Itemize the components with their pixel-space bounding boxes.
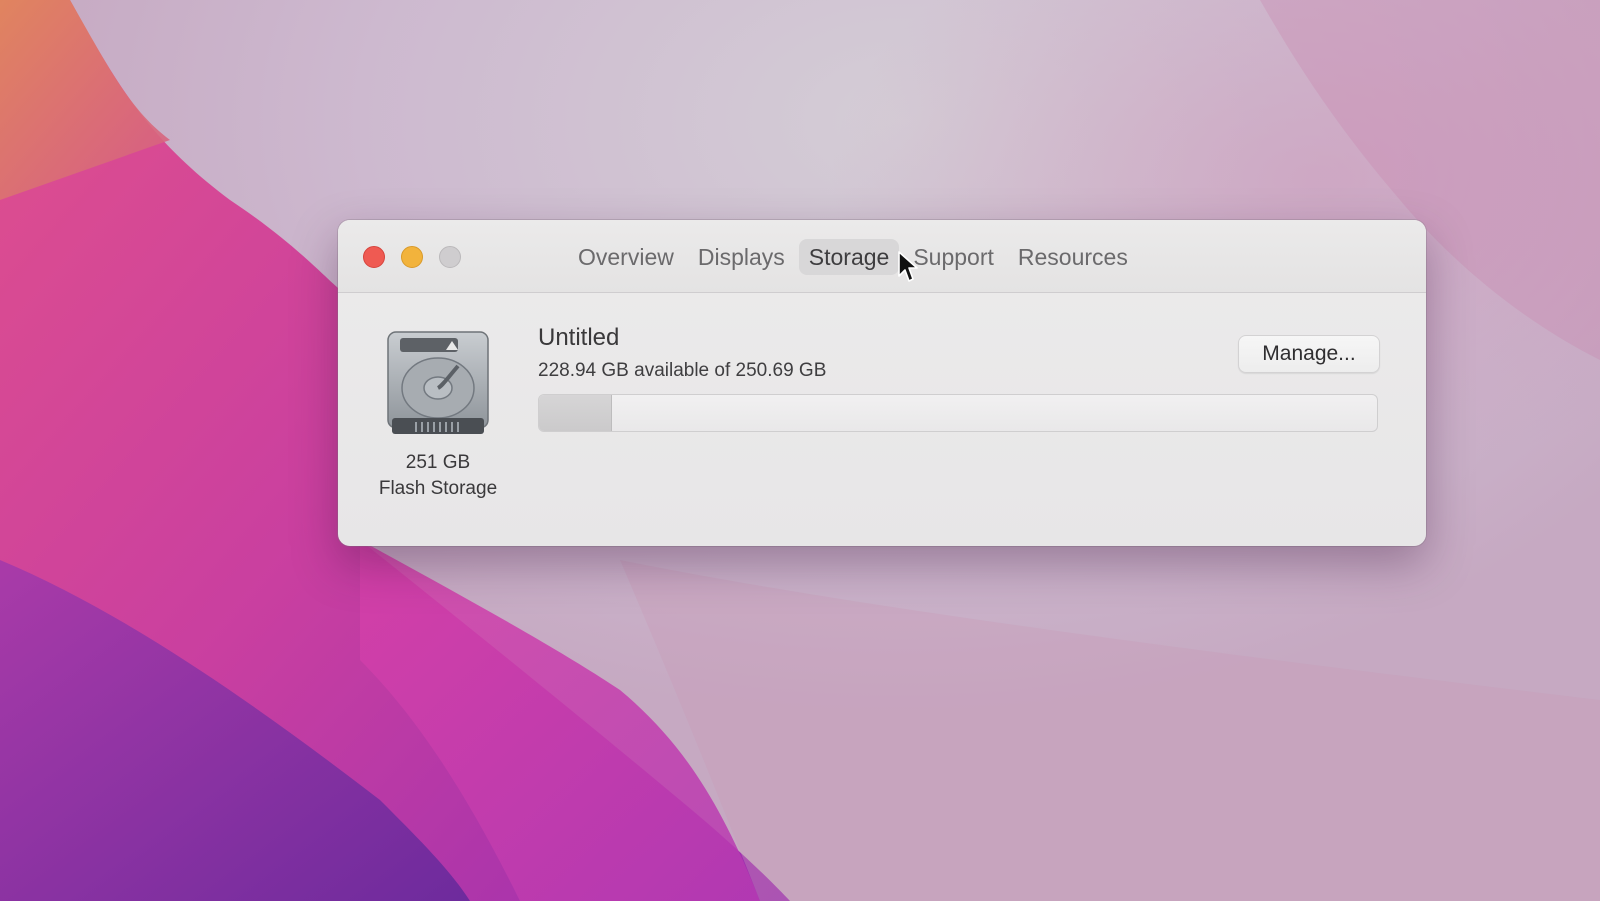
zoom-window-button[interactable] [439,246,461,268]
hard-drive-icon [387,331,489,434]
manage-button[interactable]: Manage... [1238,335,1380,373]
minimize-window-button[interactable] [401,246,423,268]
close-window-button[interactable] [363,246,385,268]
desktop: Overview Displays Storage Support Resour… [0,0,1600,901]
tab-bar: Overview Displays Storage Support Resour… [568,238,1138,276]
disk-type-label: Flash Storage [378,478,498,499]
storage-usage-bar [538,394,1378,432]
tab-overview[interactable]: Overview [568,239,684,275]
about-this-mac-window: Overview Displays Storage Support Resour… [338,220,1426,546]
tab-storage[interactable]: Storage [798,239,900,275]
disk-capacity-label: 251 GB [405,452,471,473]
volume-name: Untitled [538,324,620,351]
tab-resources[interactable]: Resources [1008,239,1138,275]
tab-displays[interactable]: Displays [688,239,795,275]
window-titlebar: Overview Displays Storage Support Resour… [338,220,1426,293]
storage-used-segment [539,395,612,431]
volume-availability: 228.94 GB available of 250.69 GB [538,360,827,381]
pointer-arrow-icon [898,251,918,282]
